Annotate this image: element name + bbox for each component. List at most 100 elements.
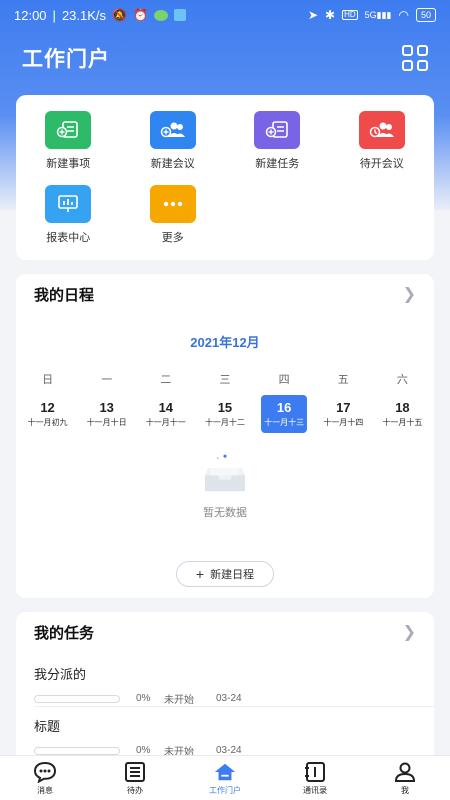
empty-box-icon (205, 454, 245, 492)
battery-icon: 50 (415, 8, 436, 22)
schedule-title: 我的日程 (34, 286, 95, 304)
mute-icon: 🔕 (112, 8, 127, 22)
nav-portal[interactable]: 工作门户 (180, 756, 270, 800)
weekday-row: 日 一 二 三 四 五 六 (16, 371, 434, 387)
task-date: 03-24 (216, 693, 242, 704)
app-notification-icon (173, 9, 186, 21)
nav-contacts[interactable]: 通讯录 (270, 756, 360, 800)
nav-label: 待办 (127, 785, 143, 795)
profile-icon (393, 761, 417, 783)
lunar-date: 十一月十五 (382, 418, 423, 427)
lunar-date: 十一月初九 (27, 418, 68, 427)
quick-actions-card: 新建事项 新建会议 新建任务 待开会议 报表中心 更多 (16, 95, 434, 260)
quick-action-new-item[interactable]: 新建事项 (16, 111, 121, 185)
tasks-header[interactable]: 我的任务 ❯ (16, 612, 434, 652)
calendar-day[interactable]: 12 十一月初九 (18, 395, 77, 433)
lunar-date: 十一月十日 (86, 418, 127, 427)
task-progress-bar (34, 746, 120, 755)
empty-text: 暂无数据 (203, 507, 247, 519)
nav-profile[interactable]: 我 (360, 756, 450, 800)
new-schedule-button[interactable]: + 新建日程 (176, 561, 274, 587)
hd-icon: HD (342, 10, 358, 20)
more-icon (149, 185, 196, 223)
calendar-day[interactable]: 14 十一月十一 (136, 395, 195, 433)
task-name: 我分派的 (34, 667, 87, 682)
chevron-right-icon[interactable]: ❯ (403, 622, 416, 642)
quick-action-new-task[interactable]: 新建任务 (225, 111, 330, 185)
day-number: 17 (336, 400, 351, 415)
chevron-right-icon[interactable]: ❯ (403, 284, 416, 304)
calendar-day-selected[interactable]: 16 十一月十三 (261, 395, 307, 433)
quick-action-report-center[interactable]: 报表中心 (16, 185, 121, 259)
quick-action-label: 新建事项 (46, 158, 91, 170)
task-progress: 0% (136, 693, 151, 704)
nav-todo[interactable]: 待办 (90, 756, 180, 800)
calendar-day[interactable]: 17 十一月十四 (314, 395, 373, 433)
quick-action-new-meeting[interactable]: 新建会议 (121, 111, 226, 185)
quick-action-pending-meeting[interactable]: 待开会议 (330, 111, 435, 185)
task-row[interactable]: 我分派的 0% 未开始 03-24 (16, 664, 434, 706)
day-number: 16 (276, 400, 292, 415)
status-bar: 12:00 | 23.1K/s 🔕 ⏰ ➤ ✱ HD 5G▮▮▮ ◠ 50 (0, 0, 450, 30)
todo-icon (123, 761, 147, 783)
divider (34, 706, 434, 707)
new-item-icon (45, 111, 92, 149)
weekday-label: 四 (278, 374, 290, 386)
portal-icon (213, 761, 237, 783)
quick-action-label: 新建任务 (255, 158, 300, 170)
new-schedule-label: 新建日程 (210, 569, 255, 581)
contacts-icon (303, 761, 327, 783)
lunar-date: 十一月十一 (145, 418, 186, 427)
schedule-header[interactable]: 我的日程 ❯ (16, 274, 434, 314)
tasks-title: 我的任务 (34, 624, 95, 642)
nav-label: 工作门户 (209, 785, 241, 795)
new-task-icon (254, 111, 301, 149)
report-icon (45, 185, 92, 223)
new-meeting-icon (149, 111, 196, 149)
lunar-date: 十一月十四 (323, 418, 364, 427)
alarm-icon: ⏰ (132, 8, 148, 22)
day-number: 14 (158, 400, 174, 415)
task-row[interactable]: 标题 0% 未开始 03-24 (16, 716, 434, 758)
location-icon: ➤ (307, 8, 318, 22)
day-number: 18 (395, 400, 410, 415)
day-number: 12 (40, 400, 55, 415)
weekday-label: 日 (42, 374, 54, 386)
task-meta: 0% 未开始 03-24 (34, 691, 416, 706)
app-grid-icon[interactable] (402, 45, 428, 71)
quick-action-label: 报表中心 (46, 232, 91, 244)
task-name: 标题 (34, 719, 61, 734)
calendar-day[interactable]: 13 十一月十日 (77, 395, 136, 433)
page-title: 工作门户 (22, 48, 110, 71)
nav-label: 通讯录 (303, 785, 327, 795)
wechat-icon (153, 9, 168, 21)
nav-label: 我 (401, 785, 409, 795)
quick-action-more[interactable]: 更多 (121, 185, 226, 259)
nav-messages[interactable]: 消息 (0, 756, 90, 800)
day-number: 13 (99, 400, 114, 415)
calendar-day[interactable]: 18 十一月十五 (373, 395, 432, 433)
status-time: 12:00 (14, 7, 47, 23)
message-icon (33, 761, 57, 783)
weekday-label: 三 (219, 374, 231, 386)
quick-action-label: 新建会议 (150, 158, 195, 170)
weekday-label: 五 (337, 374, 349, 386)
signal-icon: 5G▮▮▮ (364, 9, 392, 20)
weekday-label: 六 (396, 374, 408, 386)
lunar-date: 十一月十二 (204, 418, 245, 427)
wifi-icon: ◠ (398, 8, 409, 22)
day-number: 15 (217, 400, 233, 415)
lunar-date: 十一月十三 (264, 418, 305, 427)
calendar-month[interactable]: 2021年12月 (16, 332, 434, 351)
quick-action-label: 更多 (161, 232, 184, 244)
app-header: 工作门户 (0, 30, 450, 86)
bottom-nav: 消息 待办 工作门户 通讯录 我 (0, 755, 450, 800)
task-progress-bar (34, 694, 120, 703)
status-speed: 23.1K/s (61, 7, 107, 23)
pending-meeting-icon (358, 111, 405, 149)
calendar-day[interactable]: 15 十一月十二 (195, 395, 254, 433)
empty-state: 暂无数据 (16, 454, 434, 520)
quick-action-label: 待开会议 (359, 158, 404, 170)
weekday-label: 一 (101, 374, 113, 386)
tasks-card: 我的任务 ❯ 我分派的 0% 未开始 03-24 标题 0% 未开始 03-24 (16, 612, 434, 772)
